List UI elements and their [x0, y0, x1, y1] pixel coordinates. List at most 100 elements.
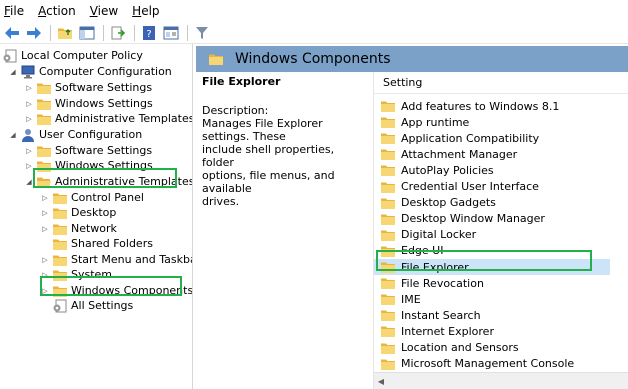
folder-icon: [380, 276, 396, 290]
tree-item-cc-software-settings[interactable]: ▷ Software Settings: [24, 80, 152, 95]
up-one-level-button[interactable]: [55, 23, 75, 43]
description-text: drives.: [202, 195, 240, 208]
menu-view-accel: V: [89, 4, 98, 18]
toolbar: ?: [0, 22, 628, 44]
folder-icon: [36, 112, 52, 126]
tree-item-user-configuration[interactable]: ◢ User Configuration: [8, 127, 142, 142]
list-item[interactable]: Desktop Gadgets: [374, 195, 610, 211]
properties-button[interactable]: [161, 23, 181, 43]
list-item[interactable]: Attachment Manager: [374, 146, 610, 162]
tree-item-all-settings[interactable]: All Settings: [40, 298, 133, 313]
folder-icon: [380, 99, 396, 113]
tree-item-computer-configuration[interactable]: ◢ Computer Configuration: [8, 64, 172, 79]
folder-icon: [36, 97, 52, 111]
list-item[interactable]: App runtime: [374, 114, 610, 130]
list-item-label: Desktop Window Manager: [401, 212, 545, 226]
expand-arrow-icon[interactable]: ◢: [8, 64, 18, 79]
list-item-label: Digital Locker: [401, 228, 477, 242]
tree-item-label: Desktop: [71, 206, 117, 219]
tree-item-uc-software-settings[interactable]: ▷ Software Settings: [24, 143, 152, 158]
menu-file[interactable]: File: [4, 4, 24, 18]
collapse-arrow-icon[interactable]: ▷: [40, 221, 50, 236]
tree-item-desktop[interactable]: ▷ Desktop: [40, 205, 116, 220]
expand-arrow-icon[interactable]: ◢: [8, 127, 18, 142]
tree-item-label: Start Menu and Taskbar: [71, 253, 193, 266]
menu-view[interactable]: View: [90, 4, 118, 18]
folder-icon: [52, 222, 68, 236]
collapse-arrow-icon[interactable]: ▷: [40, 205, 50, 220]
tree-item-shared-folders[interactable]: Shared Folders: [40, 236, 153, 251]
list-item[interactable]: Desktop Window Manager: [374, 211, 610, 227]
list-item-label: IME: [401, 292, 421, 306]
tree-item-label: User Configuration: [39, 128, 143, 141]
list-item[interactable]: Instant Search: [374, 307, 610, 323]
list-item-label: Desktop Gadgets: [401, 196, 496, 210]
collapse-arrow-icon[interactable]: ▷: [40, 190, 50, 205]
collapse-arrow-icon[interactable]: ▷: [24, 80, 34, 95]
description-text: Manages File Explorer settings. These: [202, 117, 323, 143]
column-header-setting[interactable]: Setting: [374, 72, 628, 94]
folder-up-icon: [57, 26, 73, 40]
list-item[interactable]: Location and Sensors: [374, 340, 610, 356]
list-item[interactable]: Credential User Interface: [374, 179, 610, 195]
collapse-arrow-icon[interactable]: ▷: [40, 252, 50, 267]
toolbar-separator: [50, 24, 51, 41]
export-list-icon: [111, 26, 126, 39]
column-header-label: Setting: [383, 76, 423, 89]
horizontal-scrollbar[interactable]: ◀: [374, 372, 628, 389]
menu-help-label: elp: [141, 4, 160, 18]
tree-item-control-panel[interactable]: ▷ Control Panel: [40, 190, 144, 205]
list-item[interactable]: Application Compatibility: [374, 130, 610, 146]
menu-action[interactable]: Action: [38, 4, 76, 18]
menu-action-label: ction: [46, 4, 76, 18]
collapse-arrow-icon[interactable]: ▷: [24, 111, 34, 126]
console-tree: Local Computer Policy ◢ Computer Configu…: [0, 44, 193, 389]
forward-button[interactable]: [24, 23, 44, 43]
folder-icon: [380, 115, 396, 129]
toolbar-separator: [187, 24, 188, 41]
tree-item-label: Windows Settings: [55, 97, 153, 110]
details-header: Windows Components: [196, 46, 628, 72]
back-button[interactable]: [2, 23, 22, 43]
tree-item-label: Network: [71, 222, 117, 235]
tree-item-start-menu-and-taskbar[interactable]: ▷ Start Menu and Taskbar: [40, 252, 193, 267]
scroll-left-icon[interactable]: ◀: [374, 377, 388, 386]
tree-item-cc-windows-settings[interactable]: ▷ Windows Settings: [24, 96, 153, 111]
list-item[interactable]: Internet Explorer: [374, 323, 610, 339]
list-item-label: Instant Search: [401, 308, 481, 322]
tree-item-label: Administrative Templates: [55, 112, 193, 125]
list-item-label: Credential User Interface: [401, 180, 539, 193]
menu-help[interactable]: Help: [132, 4, 159, 18]
list-item[interactable]: IME: [374, 291, 610, 307]
tree-item-local-computer-policy[interactable]: Local Computer Policy: [0, 48, 143, 63]
toolbar-separator: [103, 24, 104, 41]
tree-item-label: Shared Folders: [71, 237, 153, 250]
svg-text:?: ?: [146, 29, 151, 40]
help-button[interactable]: ?: [139, 23, 159, 43]
list-item[interactable]: File Revocation: [374, 275, 610, 291]
tree-item-network[interactable]: ▷ Network: [40, 221, 117, 236]
folder-icon: [380, 147, 396, 161]
tree-item-label: Control Panel: [71, 191, 144, 204]
tree-item-cc-administrative-templates[interactable]: ▷ Administrative Templates: [24, 111, 193, 126]
export-list-button[interactable]: [108, 23, 128, 43]
folder-icon: [52, 253, 68, 267]
list-item-label: File Revocation: [401, 276, 484, 290]
list-item[interactable]: Digital Locker: [374, 227, 610, 243]
menu-bar: File Action View Help: [0, 0, 628, 22]
filter-button[interactable]: [192, 23, 212, 43]
help-icon: ?: [143, 25, 155, 40]
collapse-arrow-icon[interactable]: ▷: [24, 143, 34, 158]
folder-icon: [380, 228, 396, 242]
list-item[interactable]: AutoPlay Policies: [374, 162, 610, 178]
tree-item-label: Local Computer Policy: [21, 49, 143, 62]
show-hide-console-tree-button[interactable]: [77, 23, 97, 43]
list-item[interactable]: Microsoft Management Console: [374, 356, 610, 372]
tree-item-label: All Settings: [71, 299, 134, 312]
list-item[interactable]: Add features to Windows 8.1: [374, 98, 610, 114]
folder-icon: [208, 52, 224, 66]
highlight-administrative-templates: [33, 168, 177, 188]
tree-item-label: Computer Configuration: [39, 65, 172, 78]
collapse-arrow-icon[interactable]: ▷: [24, 96, 34, 111]
